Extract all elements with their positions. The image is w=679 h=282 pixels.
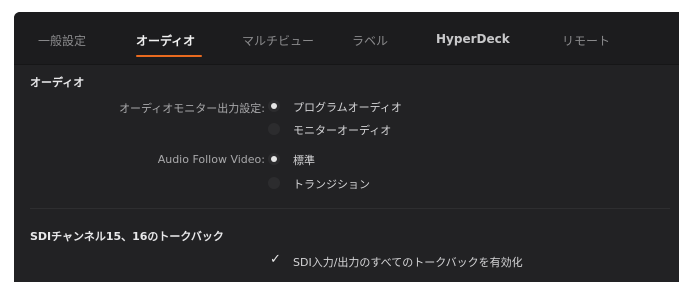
radio-monitor-audio[interactable]	[268, 123, 280, 135]
tab-general[interactable]: 一般設定	[38, 32, 86, 49]
radio-transition[interactable]	[268, 177, 280, 189]
tab-remote[interactable]: リモート	[562, 32, 610, 49]
transition-label[interactable]: トランジション	[293, 176, 370, 192]
tab-hyperdeck[interactable]: HyperDeck	[436, 32, 510, 46]
radio-program-audio[interactable]	[268, 100, 280, 112]
active-tab-indicator	[136, 55, 202, 57]
monitor-output-label: オーディオモニター出力設定:	[119, 102, 265, 115]
settings-panel: 一般設定 オーディオ マルチビュー ラベル HyperDeck リモート オーデ…	[14, 12, 679, 282]
audio-follow-video-label: Audio Follow Video:	[157, 153, 265, 166]
section-divider	[30, 208, 670, 209]
tab-multiview[interactable]: マルチビュー	[242, 32, 314, 49]
audio-section-title: オーディオ	[30, 76, 85, 89]
radio-standard[interactable]	[268, 153, 280, 165]
tab-bar: 一般設定 オーディオ マルチビュー ラベル HyperDeck リモート	[14, 12, 679, 65]
tab-audio[interactable]: オーディオ	[136, 32, 195, 49]
program-audio-label[interactable]: プログラムオーディオ	[293, 99, 402, 115]
checkmark-icon[interactable]: ✓	[270, 252, 281, 267]
talkback-checkbox-label[interactable]: SDI入力/出力のすべてのトークバックを有効化	[293, 254, 523, 270]
standard-label[interactable]: 標準	[293, 152, 315, 168]
monitor-audio-label[interactable]: モニターオーディオ	[293, 122, 391, 138]
tab-labels[interactable]: ラベル	[352, 32, 388, 49]
talkback-section-title: SDIチャンネル15、16のトークバック	[30, 230, 224, 243]
